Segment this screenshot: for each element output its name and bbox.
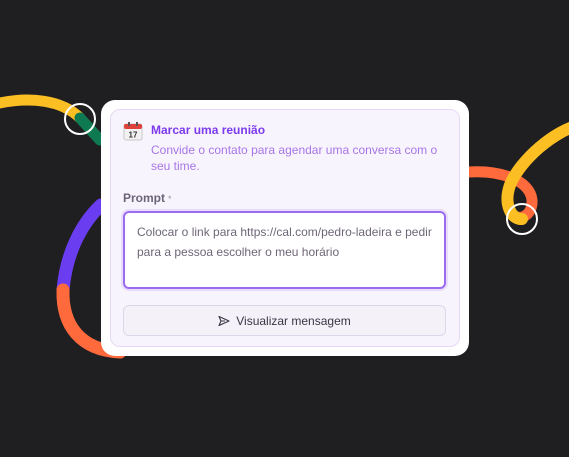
required-marker: * [168, 194, 172, 204]
prompt-label-text: Prompt [123, 191, 165, 205]
card-panel: 17 Marcar uma reunião Convide o contato … [110, 109, 460, 347]
card-title: Marcar uma reunião [151, 123, 266, 137]
card-header: 17 Marcar uma reunião Convide o contato … [123, 121, 447, 174]
card-subtitle: Convide o contato para agendar uma conve… [151, 143, 438, 173]
svg-text:17: 17 [129, 131, 138, 140]
header-text: Marcar uma reunião Convide o contato par… [151, 121, 447, 174]
send-icon [218, 315, 230, 326]
prompt-label: Prompt * [123, 191, 172, 205]
schedule-meeting-card: 17 Marcar uma reunião Convide o contato … [101, 100, 469, 356]
preview-message-label: Visualizar mensagem [236, 313, 351, 328]
prompt-textarea[interactable]: Colocar o link para https://cal.com/pedr… [123, 211, 446, 289]
decor-curve-orange-right [463, 166, 538, 223]
decor-curve-purple [56, 198, 108, 297]
preview-message-button[interactable]: Visualizar mensagem [123, 305, 446, 336]
calendar-icon: 17 [123, 122, 143, 141]
